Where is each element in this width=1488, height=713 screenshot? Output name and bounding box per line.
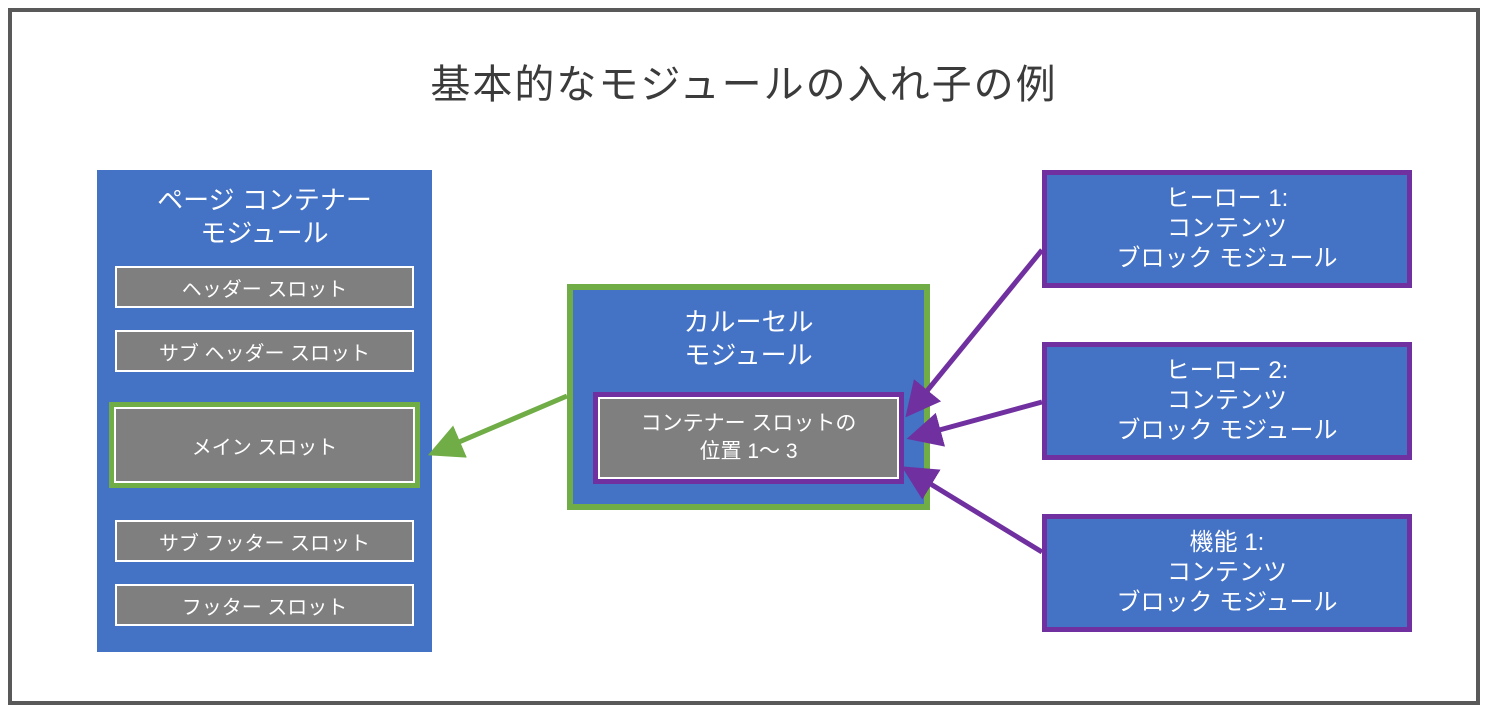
feature-1-l2: コンテンツ <box>1167 559 1287 586</box>
arrow-feature1-to-slot <box>924 480 1042 552</box>
carousel-title-l2: モジュール <box>684 340 812 370</box>
feature-1-block: 機能 1: コンテンツ ブロック モジュール <box>1042 514 1412 632</box>
carousel-title-l1: カルーセル <box>683 307 813 337</box>
hero-2-l1: ヒーロー 2: <box>1166 357 1289 384</box>
diagram-title: 基本的なモジュールの入れ子の例 <box>12 52 1476 110</box>
carousel-slot-l1: コンテナー スロットの <box>641 412 857 435</box>
arrow-carousel-to-main <box>452 396 567 445</box>
page-container-title-l2: モジュール <box>200 218 328 248</box>
hero-1-block: ヒーロー 1: コンテンツ ブロック モジュール <box>1042 170 1412 288</box>
subheader-slot: サブ ヘッダー スロット <box>115 330 414 372</box>
feature-1-l1: 機能 1: <box>1190 529 1265 556</box>
carousel-slot-l2: 位置 1～ 3 <box>699 440 797 463</box>
hero-1-l1: ヒーロー 1: <box>1166 185 1289 212</box>
hero-2-block: ヒーロー 2: コンテンツ ブロック モジュール <box>1042 342 1412 460</box>
page-container-title-l1: ページ コンテナー <box>157 185 372 215</box>
arrow-hero2-to-slot <box>932 402 1042 432</box>
subfooter-slot: サブ フッター スロット <box>115 520 414 562</box>
hero-2-l2: コンテンツ <box>1167 387 1287 414</box>
hero-2-l3: ブロック モジュール <box>1117 417 1338 444</box>
arrow-hero1-to-slot <box>922 250 1042 397</box>
carousel-title: カルーセル モジュール <box>573 306 924 371</box>
feature-1-l3: ブロック モジュール <box>1117 589 1338 616</box>
hero-1-l2: コンテンツ <box>1167 215 1287 242</box>
carousel-container-slot: コンテナー スロットの 位置 1～ 3 <box>598 397 899 479</box>
hero-1-l3: ブロック モジュール <box>1117 245 1338 272</box>
page-container-module: ページ コンテナー モジュール ヘッダー スロット サブ ヘッダー スロット メ… <box>97 170 432 652</box>
carousel-slot-highlight: コンテナー スロットの 位置 1～ 3 <box>593 392 904 484</box>
main-slot-highlight: メイン スロット <box>109 402 420 488</box>
carousel-module: カルーセル モジュール コンテナー スロットの 位置 1～ 3 <box>567 284 930 510</box>
header-slot: ヘッダー スロット <box>115 266 414 308</box>
footer-slot: フッター スロット <box>115 584 414 626</box>
page-container-title: ページ コンテナー モジュール <box>97 184 432 249</box>
diagram-frame: 基本的なモジュールの入れ子の例 ページ コンテナー モジュール ヘッダー スロッ… <box>8 8 1480 705</box>
main-slot: メイン スロット <box>114 407 415 483</box>
